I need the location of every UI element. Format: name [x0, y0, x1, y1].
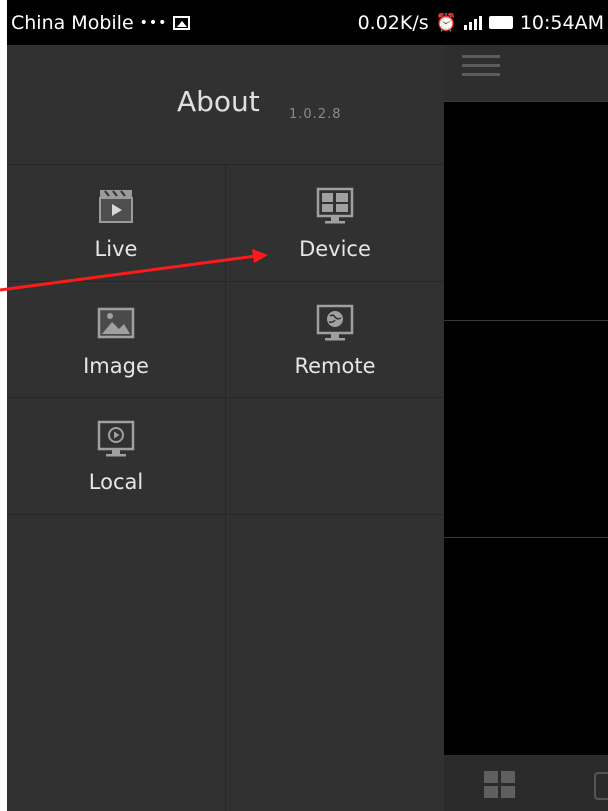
menu-item-label: Local — [88, 470, 144, 494]
picture-icon — [97, 307, 135, 339]
menu-item-live[interactable]: Live — [7, 165, 225, 281]
menu-icon[interactable] — [462, 55, 500, 87]
version-label: 1.0.2.8 — [289, 107, 342, 122]
signal-icon — [463, 15, 482, 30]
menu-item-local[interactable]: Local — [7, 398, 225, 514]
phone-screen: China Mobile ••• 0.02K/s ⏰ 10:54AM About… — [7, 0, 608, 811]
menu-item-label: Live — [94, 237, 138, 261]
grid-view-icon[interactable] — [484, 771, 516, 799]
clapper-icon — [99, 190, 133, 223]
more-dots: ••• — [139, 14, 168, 31]
network-speed: 0.02K/s — [357, 11, 429, 34]
local-video-icon — [97, 420, 135, 457]
menu-item-device[interactable]: Device — [226, 165, 444, 281]
partial-icon[interactable] — [594, 772, 608, 800]
image-icon — [173, 15, 191, 30]
menu-item-image[interactable]: Image — [7, 282, 225, 398]
monitor-grid-icon — [316, 187, 354, 224]
clock: 10:54AM — [519, 11, 604, 34]
bottom-bar — [444, 755, 608, 811]
about-title: About — [177, 85, 260, 118]
about-row[interactable]: About 1.0.2.8 — [7, 45, 444, 164]
remote-monitor-icon — [316, 304, 354, 341]
top-bar — [444, 45, 608, 101]
carrier-name: China Mobile — [11, 11, 134, 34]
menu-item-label: Image — [83, 354, 149, 378]
menu-item-remote[interactable]: Remote — [226, 282, 444, 398]
battery-icon — [488, 16, 513, 29]
main-screen-peek — [444, 45, 608, 811]
side-drawer: About 1.0.2.8 Live Device Image Remote L… — [7, 45, 444, 811]
menu-item-label: Remote — [294, 354, 376, 378]
menu-item-label: Device — [299, 237, 371, 261]
alarm-icon: ⏰ — [435, 12, 457, 33]
status-bar: China Mobile ••• 0.02K/s ⏰ 10:54AM — [7, 0, 608, 45]
